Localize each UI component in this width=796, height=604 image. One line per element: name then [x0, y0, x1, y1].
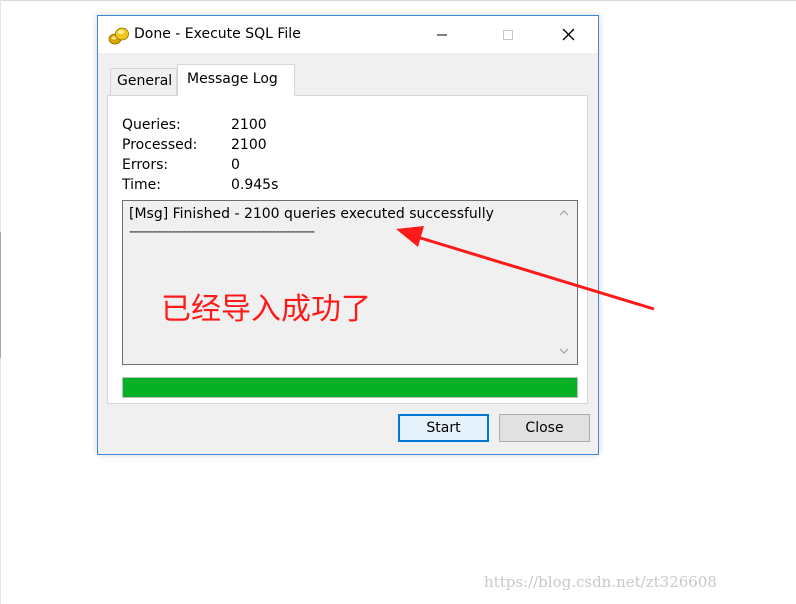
- annotation-text: 已经导入成功了: [161, 292, 371, 327]
- background-edge: [0, 232, 1, 358]
- close-icon: [562, 28, 574, 41]
- log-line: [Msg] Finished - 2100 queries executed s…: [129, 206, 494, 222]
- progress-bar: [122, 377, 578, 398]
- time-label: Time:: [122, 177, 161, 193]
- close-button[interactable]: Close: [499, 414, 590, 442]
- processed-value: 2100: [231, 137, 267, 153]
- tab-general-label: General: [117, 73, 173, 89]
- errors-label: Errors:: [122, 157, 169, 173]
- scroll-up-arrow-icon[interactable]: [557, 207, 571, 219]
- start-button-label: Start: [426, 420, 461, 436]
- maximize-button: [485, 16, 531, 53]
- background-edge: [0, 0, 796, 1]
- queries-value: 2100: [231, 117, 267, 133]
- screen: Done - Execute SQL File General Message …: [0, 0, 796, 604]
- log-separator: ----------------------------------------…: [129, 224, 315, 240]
- maximize-icon: [503, 29, 513, 40]
- minimize-icon: [437, 34, 447, 35]
- progress-fill: [123, 378, 577, 397]
- execute-sql-dialog: Done - Execute SQL File General Message …: [97, 15, 599, 455]
- message-log-panel: Queries: 2100 Processed: 2100 Errors: 0 …: [107, 95, 588, 404]
- close-window-button[interactable]: [545, 16, 591, 53]
- tab-message-log-label: Message Log: [187, 71, 278, 87]
- background-edge: [0, 0, 1, 232]
- processed-label: Processed:: [122, 137, 198, 153]
- tab-message-log[interactable]: Message Log: [177, 64, 295, 96]
- errors-value: 0: [231, 157, 240, 173]
- time-value: 0.945s: [231, 177, 279, 193]
- window-title: Done - Execute SQL File: [134, 26, 301, 42]
- message-log-box[interactable]: [Msg] Finished - 2100 queries executed s…: [122, 200, 578, 365]
- watermark-url: https://blog.csdn.net/zt326608: [484, 573, 717, 591]
- background-edge: [0, 358, 1, 604]
- title-bar[interactable]: Done - Execute SQL File: [98, 16, 598, 53]
- start-button[interactable]: Start: [398, 414, 489, 442]
- queries-label: Queries:: [122, 117, 181, 133]
- tab-general[interactable]: General: [110, 68, 177, 95]
- database-app-icon: [108, 27, 129, 45]
- close-button-label: Close: [525, 420, 564, 436]
- scroll-down-arrow-icon[interactable]: [557, 345, 571, 357]
- minimize-button[interactable]: [419, 16, 465, 53]
